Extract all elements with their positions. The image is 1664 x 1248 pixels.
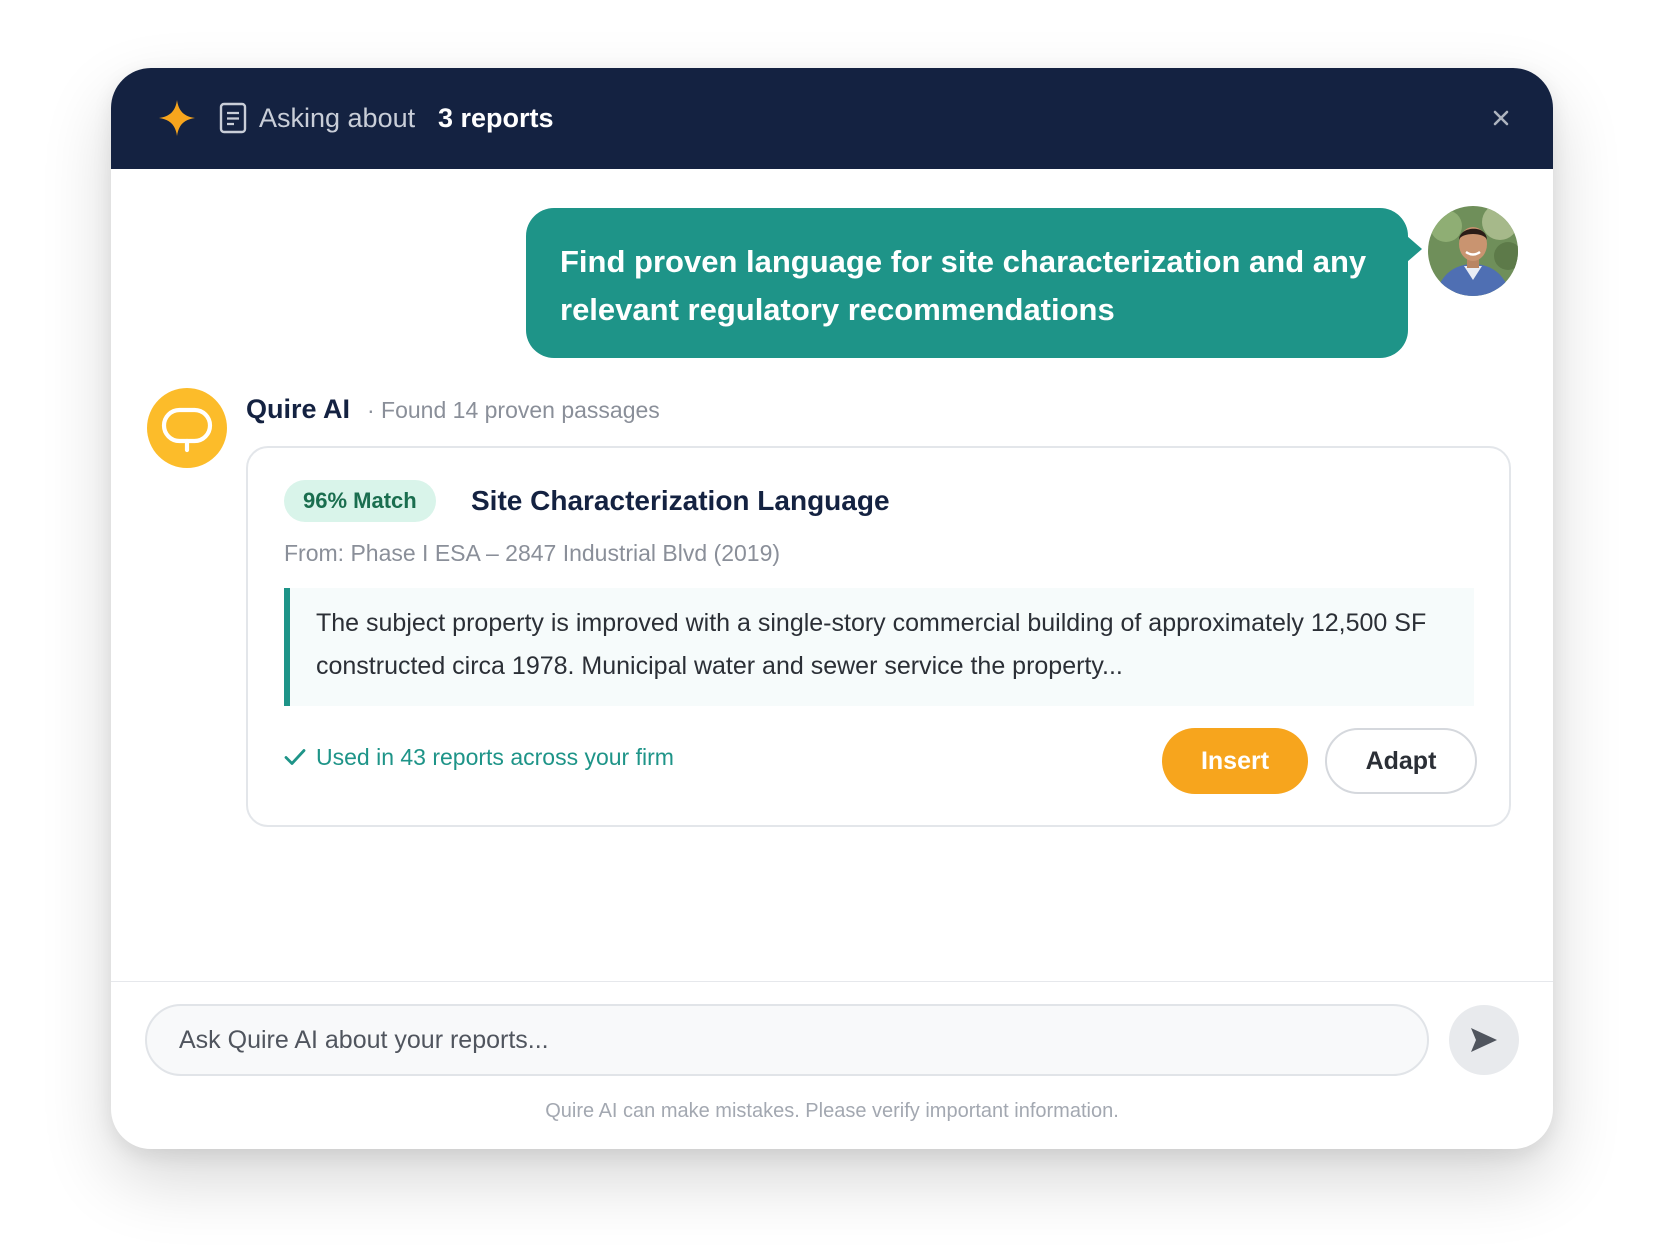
user-avatar: [1428, 206, 1518, 296]
adapt-button[interactable]: Adapt: [1325, 728, 1477, 794]
asking-about-label: Asking about: [259, 103, 416, 133]
report-scope-selector[interactable]: 3 reports: [438, 100, 554, 136]
passage-source: From: Phase I ESA – 2847 Industrial Blvd…: [284, 540, 781, 566]
chat-bubble-icon: [161, 407, 213, 453]
passage-excerpt: The subject property is improved with a …: [284, 588, 1474, 706]
send-button[interactable]: [1449, 1005, 1519, 1075]
check-icon: [284, 749, 306, 765]
ai-disclaimer: Quire AI can make mistakes. Please verif…: [545, 1100, 1119, 1122]
user-bubble-tail: [1407, 236, 1422, 262]
usage-text: Used in 43 reports across your firm: [316, 744, 674, 770]
passage-title: Site Characterization Language: [471, 485, 890, 516]
document-icon: [219, 102, 247, 134]
assistant-result-summary: · Found 14 proven passages: [367, 397, 660, 423]
sparkle-icon: [159, 100, 195, 136]
usage-note: Used in 43 reports across your firm: [284, 740, 674, 774]
chat-window: Asking about 3 reports Find proven langu…: [111, 68, 1553, 1149]
send-icon: [1471, 1028, 1497, 1052]
insert-button[interactable]: Insert: [1162, 728, 1308, 794]
composer-divider: [111, 981, 1553, 982]
quire-ai-avatar: [147, 388, 227, 468]
chat-header: Asking about 3 reports: [111, 68, 1553, 169]
match-score-badge: 96% Match: [284, 480, 436, 522]
chat-input[interactable]: [145, 1004, 1429, 1076]
close-icon[interactable]: [1489, 106, 1513, 130]
user-message-bubble: Find proven language for site characteri…: [526, 208, 1408, 358]
assistant-name: Quire AI: [246, 394, 351, 424]
passage-result-card: 96% Match Site Characterization Language…: [246, 446, 1511, 827]
